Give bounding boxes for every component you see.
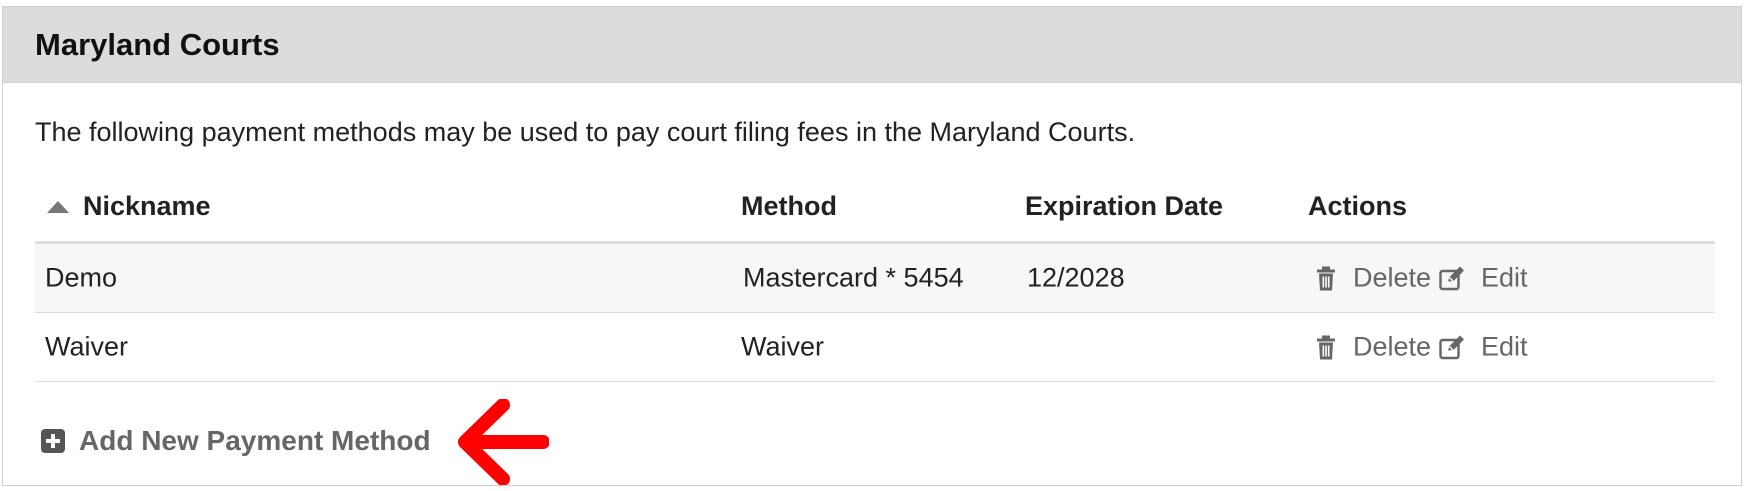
delete-button[interactable]: Delete xyxy=(1315,263,1431,294)
edit-button[interactable]: Edit xyxy=(1439,263,1528,294)
edit-icon xyxy=(1439,266,1464,290)
add-payment-method-button[interactable]: Add New Payment Method xyxy=(41,425,431,457)
edit-icon xyxy=(1439,335,1464,359)
delete-button[interactable]: Delete xyxy=(1315,332,1431,363)
delete-label: Delete xyxy=(1353,331,1432,362)
nickname-cell: Waiver xyxy=(45,331,129,362)
payment-methods-panel: Maryland Courts The following payment me… xyxy=(2,6,1742,486)
column-header-expiration[interactable]: Expiration Date xyxy=(1025,191,1223,222)
panel-title: Maryland Courts xyxy=(35,26,280,62)
expiration-cell: 12/2028 xyxy=(1027,262,1125,293)
method-cell: Mastercard * 5454 xyxy=(743,262,964,293)
edit-button[interactable]: Edit xyxy=(1439,332,1528,363)
column-header-actions: Actions xyxy=(1308,191,1408,221)
table-row: Waiver Waiver Delete Edit xyxy=(35,313,1715,382)
panel-header: Maryland Courts xyxy=(3,7,1741,83)
column-header-nickname-label: Nickname xyxy=(83,191,211,221)
delete-label: Delete xyxy=(1353,262,1432,293)
add-payment-method-label: Add New Payment Method xyxy=(79,425,431,456)
intro-text: The following payment methods may be use… xyxy=(35,117,1136,147)
table-row: Demo Mastercard * 5454 12/2028 Delete Ed… xyxy=(35,244,1715,313)
plus-square-icon xyxy=(41,429,65,453)
edit-label: Edit xyxy=(1481,262,1528,293)
method-cell: Waiver xyxy=(741,331,825,362)
nickname-cell: Demo xyxy=(45,262,118,293)
column-header-method[interactable]: Method xyxy=(741,191,837,222)
table-header: Nickname Method Expiration Date Actions xyxy=(35,175,1715,244)
trash-icon xyxy=(1317,266,1335,290)
column-header-nickname[interactable]: Nickname xyxy=(35,191,211,222)
edit-label: Edit xyxy=(1481,331,1528,362)
trash-icon xyxy=(1317,335,1335,359)
red-arrow-icon xyxy=(458,399,549,485)
payment-methods-table: Nickname Method Expiration Date Actions … xyxy=(35,175,1715,382)
sort-ascending-icon xyxy=(47,200,69,213)
